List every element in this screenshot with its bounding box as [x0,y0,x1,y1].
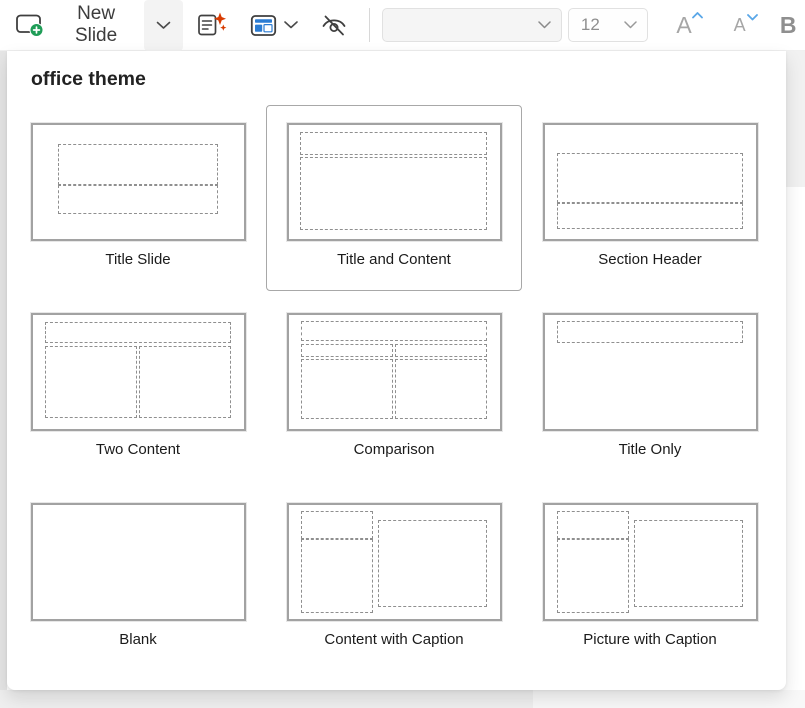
hide-slide-button[interactable] [313,0,355,51]
layout-thumbnail [31,313,246,431]
placeholder-box [395,344,487,358]
layout-thumbnail [287,313,502,431]
chevron-down-icon [538,21,551,29]
hide-slide-icon [319,12,349,39]
placeholder-box [378,520,487,607]
placeholder-box [45,322,231,344]
app-background-left-edge [0,51,7,690]
caret-down-icon [747,14,758,21]
layout-label: Comparison [354,441,435,458]
layout-option-content-with-caption[interactable]: Content with Caption [266,485,522,671]
layout-option-title-and-content[interactable]: Title and Content [266,105,522,291]
layout-thumbnail [287,123,502,241]
placeholder-box [45,346,137,418]
font-size-combobox[interactable]: 12 [568,8,648,42]
caret-up-icon [692,12,703,19]
panel-title: office theme [31,68,786,91]
grow-font-letter: A [676,0,691,51]
grow-font-button[interactable]: A [664,0,704,51]
font-size-value: 12 [581,15,600,35]
app-background-ribbon-strip [786,51,805,187]
layout-thumbnail [287,503,502,621]
layout-option-picture-with-caption[interactable]: Picture with Caption [522,485,778,671]
placeholder-box [301,539,373,613]
app-background-bottom-right [533,690,805,708]
placeholder-box [557,511,629,540]
layout-label: Picture with Caption [583,631,716,648]
layout-thumbnail [543,313,758,431]
designer-button[interactable] [191,0,234,51]
layout-button[interactable] [244,0,304,51]
layout-label: Title and Content [337,251,451,268]
placeholder-box [395,359,487,419]
placeholder-box [139,346,231,418]
placeholder-box [557,153,743,203]
placeholder-box [634,520,743,607]
layout-label: Content with Caption [324,631,463,648]
placeholder-box [557,321,743,344]
layout-thumbnail [31,503,246,621]
layout-option-blank[interactable]: Blank [10,485,266,671]
layout-option-two-content[interactable]: Two Content [10,295,266,481]
layout-label: Title Slide [105,251,170,268]
layout-thumbnail [31,123,246,241]
layout-grid: Title Slide Title and Content Section He… [10,105,786,675]
new-slide-icon [15,12,45,38]
placeholder-box [300,157,487,230]
layout-thumbnail [543,123,758,241]
layout-label: Two Content [96,441,180,458]
placeholder-box [301,344,393,358]
font-name-combobox[interactable] [382,8,562,42]
designer-sparkle-icon [197,11,228,39]
layout-thumbnail [543,503,758,621]
placeholder-box [301,359,393,419]
placeholder-box [557,203,743,229]
placeholder-box [557,539,629,613]
toolbar-divider [369,8,370,42]
slide-layout-icon [250,14,277,37]
layout-option-comparison[interactable]: Comparison [266,295,522,481]
shrink-font-button[interactable]: A [720,0,760,51]
new-slide-dropdown-button[interactable] [144,0,183,51]
placeholder-box [300,132,487,155]
chevron-down-icon [624,21,637,29]
layout-option-title-slide[interactable]: Title Slide [10,105,266,291]
chevron-down-icon [156,21,171,30]
new-slide-label: New Slide [54,3,138,47]
layout-option-section-header[interactable]: Section Header [522,105,778,291]
placeholder-box [58,144,218,185]
layout-gallery-panel: office theme Title Slide Title and Conte… [7,51,786,690]
placeholder-box [301,511,373,540]
placeholder-box [58,185,218,214]
chevron-down-icon [284,21,298,29]
layout-label: Blank [119,631,157,648]
layout-label: Section Header [598,251,701,268]
layout-option-title-only[interactable]: Title Only [522,295,778,481]
toolbar: New Slide [0,0,805,51]
placeholder-box [301,321,487,341]
bold-button[interactable]: B [771,0,805,51]
shrink-font-letter: A [734,0,746,51]
layout-label: Title Only [619,441,682,458]
new-slide-button[interactable]: New Slide [13,0,144,51]
